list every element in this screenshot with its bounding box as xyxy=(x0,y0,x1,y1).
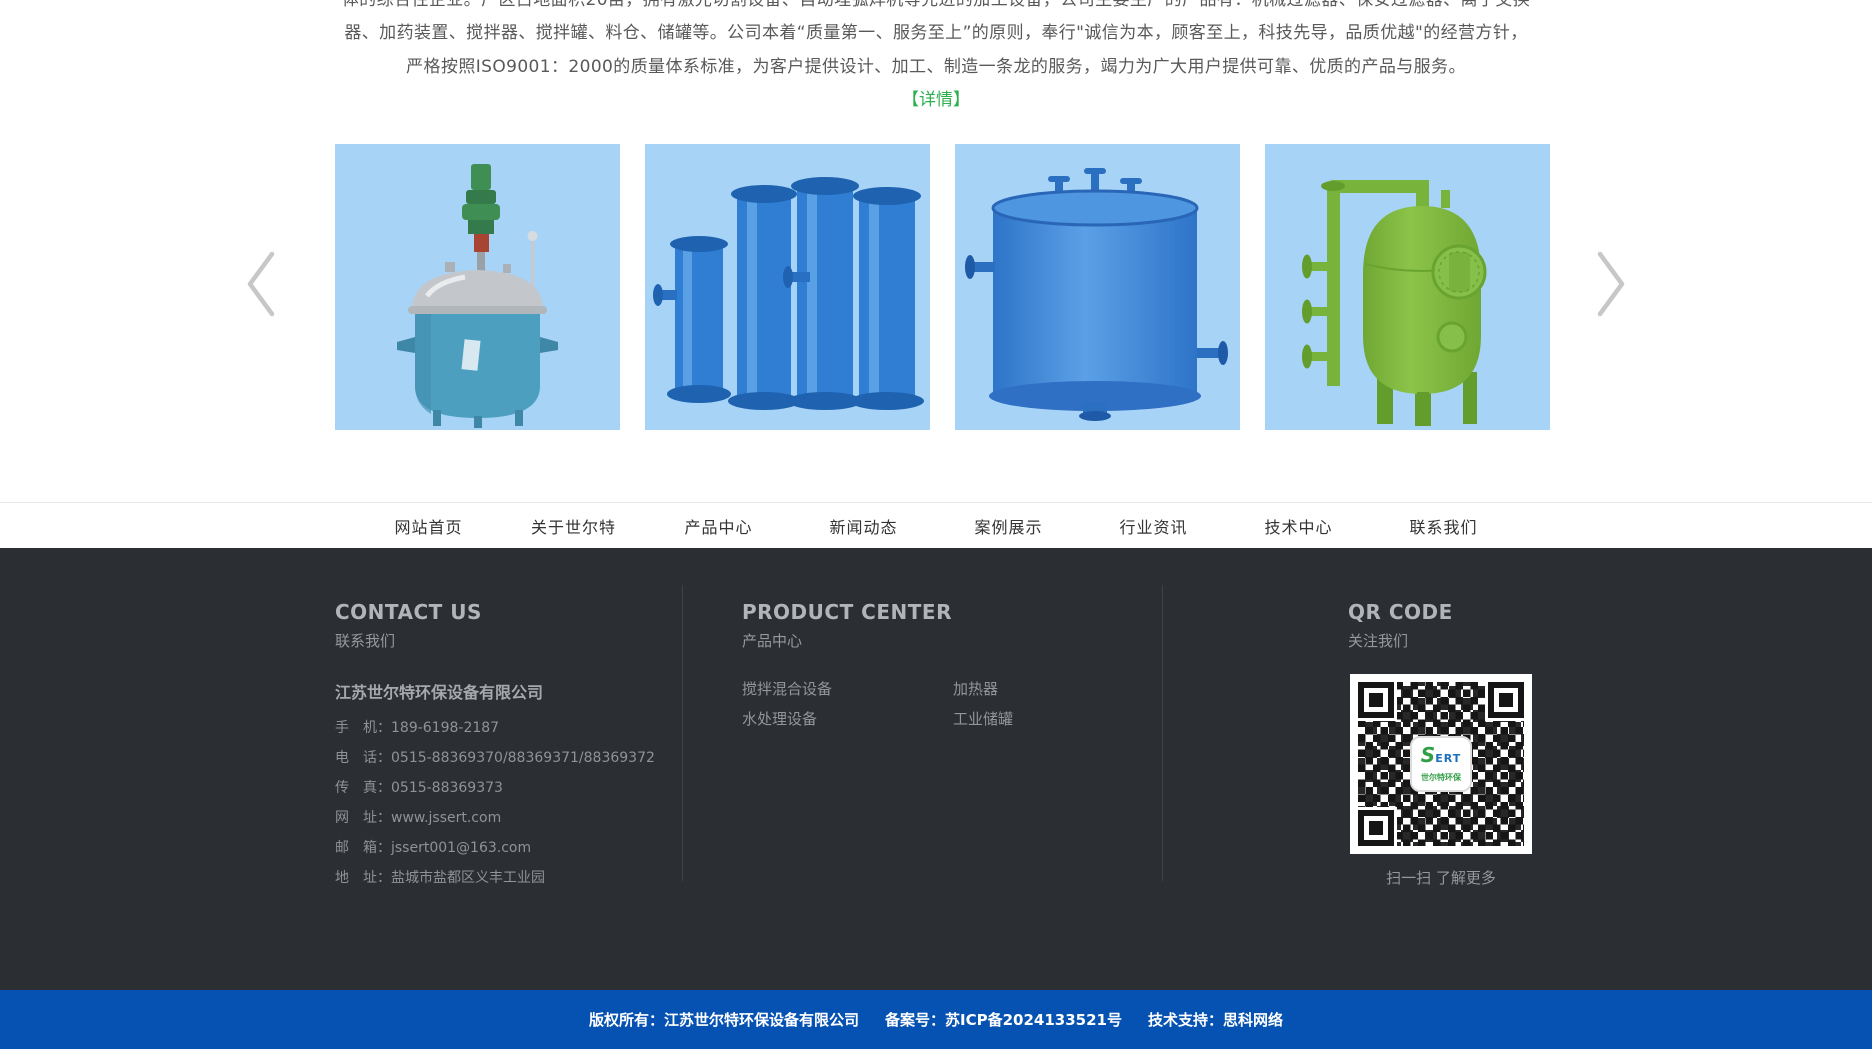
intro-line: 严格按照ISO9001：2000的质量体系标准，为客户提供设计、加工、制造一条龙… xyxy=(0,51,1872,84)
intro-detail-row: 【详情】 xyxy=(0,84,1872,117)
reaction-kettle-illustration xyxy=(335,144,620,430)
company-name: 江苏世尔特环保设备有限公司 xyxy=(335,682,675,704)
carousel-tiles xyxy=(335,144,1550,430)
contact-phone: 电 话：0515-88369370/88369371/88369372 xyxy=(335,743,675,773)
company-intro: 体的综合性企业。厂区占地面积20亩，拥有激光切割设备、自动埋弧焊机等先进的加工设… xyxy=(0,0,1872,118)
filter-pipes-illustration xyxy=(645,144,930,430)
logo-chinese-name: 世尔特环保 xyxy=(1412,772,1470,783)
product-image-filter-pipes[interactable] xyxy=(645,144,930,430)
product-links: 搅拌混合设备 加热器 水处理设备 工业储罐 xyxy=(742,678,1162,731)
contact-email: 邮 箱：jssert001@163.com xyxy=(335,833,675,863)
nav-item-home[interactable]: 网站首页 xyxy=(356,514,501,538)
footer-qr-section: QR CODE 关注我们 SERT 世尔特环保 扫一扫 了解更多 xyxy=(1348,600,1548,888)
icp-number: 备案号：苏ICP备2024133521号 xyxy=(885,1009,1122,1030)
intro-line: 体的综合性企业。厂区占地面积20亩，拥有激光切割设备、自动埋弧焊机等先进的加工设… xyxy=(0,0,1872,17)
footer-contact-section: CONTACT US 联系我们 江苏世尔特环保设备有限公司 手 机：189-61… xyxy=(335,600,675,893)
tech-support: 技术支持：思科网络 xyxy=(1148,1009,1283,1030)
products-heading-en: PRODUCT CENTER xyxy=(742,600,1162,624)
product-link-water-treatment[interactable]: 水处理设备 xyxy=(742,708,953,731)
nav-item-news[interactable]: 新闻动态 xyxy=(791,514,936,538)
company-website-page: 体的综合性企业。厂区占地面积20亩，拥有激光切割设备、自动埋弧焊机等先进的加工设… xyxy=(0,0,1872,1049)
contact-website: 网 址：www.jssert.com xyxy=(335,803,675,833)
storage-tank-illustration xyxy=(955,144,1240,430)
contact-heading-cn: 联系我们 xyxy=(335,632,675,650)
footer-products-section: PRODUCT CENTER 产品中心 搅拌混合设备 加热器 水处理设备 工业储… xyxy=(742,600,1162,731)
nav-item-cases[interactable]: 案例展示 xyxy=(936,514,1081,538)
footer-divider xyxy=(1162,585,1163,881)
chevron-left-icon xyxy=(240,248,284,320)
qr-finder-icon xyxy=(1488,682,1524,718)
qr-heading-en: QR CODE xyxy=(1348,600,1548,624)
carousel-prev-button[interactable] xyxy=(240,248,284,320)
nav-item-contact[interactable]: 联系我们 xyxy=(1371,514,1516,538)
contact-heading-en: CONTACT US xyxy=(335,600,675,624)
logo-letters-ert: ERT xyxy=(1435,752,1461,765)
contact-mobile: 手 机：189-6198-2187 xyxy=(335,713,675,743)
chevron-right-icon xyxy=(1588,248,1632,320)
nav-item-tech[interactable]: 技术中心 xyxy=(1226,514,1371,538)
qr-heading-cn: 关注我们 xyxy=(1348,632,1548,650)
main-nav: 网站首页 关于世尔特 产品中心 新闻动态 案例展示 行业资讯 技术中心 联系我们 xyxy=(0,502,1872,548)
nav-item-products[interactable]: 产品中心 xyxy=(646,514,791,538)
qr-pattern: SERT 世尔特环保 xyxy=(1358,682,1524,846)
intro-line: 器、加药装置、搅拌器、搅拌罐、料仓、储罐等。公司本着“质量第一、服务至上”的原则… xyxy=(0,17,1872,50)
product-link-industrial-tank[interactable]: 工业储罐 xyxy=(953,708,1162,731)
detail-link[interactable]: 【详情】 xyxy=(902,90,970,110)
qr-code-image: SERT 世尔特环保 xyxy=(1350,674,1532,854)
footer: CONTACT US 联系我们 江苏世尔特环保设备有限公司 手 机：189-61… xyxy=(0,548,1872,990)
copyright-owner: 版权所有：江苏世尔特环保设备有限公司 xyxy=(589,1009,859,1030)
green-vessel-illustration xyxy=(1265,144,1550,430)
product-link-mixing[interactable]: 搅拌混合设备 xyxy=(742,678,953,701)
copyright-bar: 版权所有：江苏世尔特环保设备有限公司 备案号：苏ICP备2024133521号 … xyxy=(0,990,1872,1049)
carousel-next-button[interactable] xyxy=(1588,248,1632,320)
logo-letter-s: S xyxy=(1421,743,1435,767)
contact-fax: 传 真：0515-88369373 xyxy=(335,773,675,803)
nav-item-about[interactable]: 关于世尔特 xyxy=(501,514,646,538)
qr-finder-icon xyxy=(1358,810,1394,846)
product-link-heater[interactable]: 加热器 xyxy=(953,678,1162,701)
contact-address: 地 址：盐城市盐都区义丰工业园 xyxy=(335,863,675,893)
product-image-reaction-kettle[interactable] xyxy=(335,144,620,430)
product-image-green-vessel[interactable] xyxy=(1265,144,1550,430)
contact-lines: 手 机：189-6198-2187 电 话：0515-88369370/8836… xyxy=(335,713,675,893)
product-image-storage-tank[interactable] xyxy=(955,144,1240,430)
qr-finder-icon xyxy=(1358,682,1394,718)
qr-center-logo: SERT 世尔特环保 xyxy=(1410,736,1472,792)
qr-scan-hint: 扫一扫 了解更多 xyxy=(1348,867,1534,888)
nav-item-industry[interactable]: 行业资讯 xyxy=(1081,514,1226,538)
products-heading-cn: 产品中心 xyxy=(742,632,1162,650)
footer-divider xyxy=(682,585,683,881)
